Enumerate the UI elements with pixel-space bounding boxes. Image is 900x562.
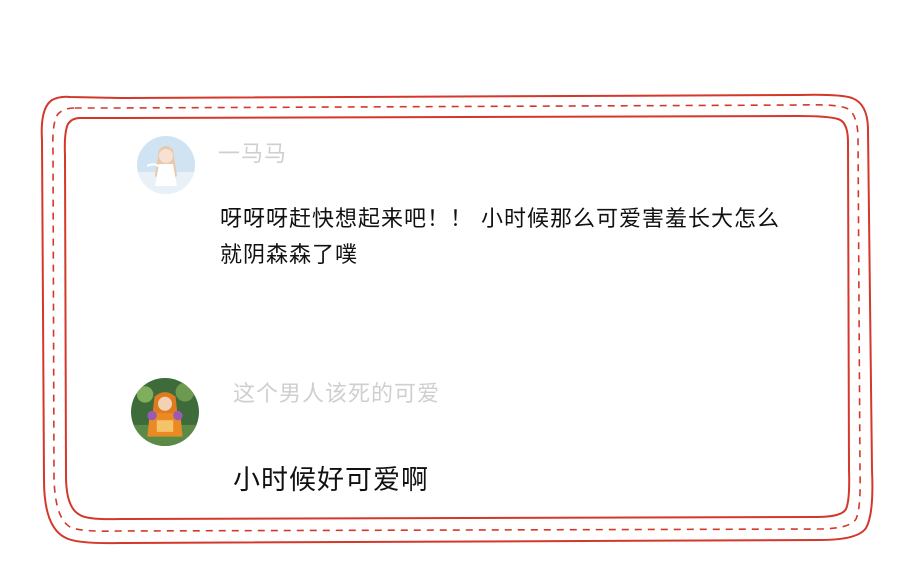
comment-card-frame xyxy=(40,93,874,545)
costumed-child-avatar-icon[interactable] xyxy=(131,378,199,446)
comment-text: 呀呀呀赶快想起来吧！！ 小时候那么可爱害羞长大怎么就阴森森了噗 xyxy=(220,207,780,268)
username[interactable]: 一马马 xyxy=(218,136,287,168)
anime-girl-avatar-icon[interactable] xyxy=(137,136,195,194)
comment-text: 小时候好可爱啊 xyxy=(233,465,429,496)
username[interactable]: 这个男人该死的可爱 xyxy=(233,376,440,408)
